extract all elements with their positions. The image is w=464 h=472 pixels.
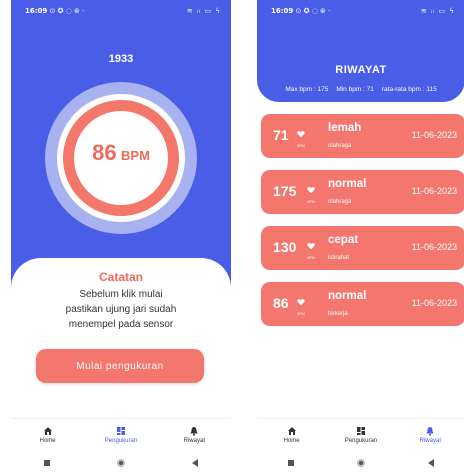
history-record[interactable]: 175 BPM normal olahraga 11-06-2023 bbox=[261, 170, 464, 214]
signal-battery-icons: ≋ ᵢₗ ▭ ϟ bbox=[186, 7, 221, 15]
home-system-icon[interactable] bbox=[116, 459, 125, 467]
record-activity: olahraga bbox=[328, 143, 352, 149]
nav-home[interactable]: Home bbox=[18, 426, 78, 444]
start-measure-button[interactable]: Mulai pengukuran bbox=[36, 349, 204, 383]
nav-measure[interactable]: Pengukuran bbox=[91, 426, 151, 444]
record-status: cepat bbox=[328, 234, 359, 246]
record-date: 11-06-2023 bbox=[411, 298, 457, 308]
system-nav bbox=[257, 454, 464, 472]
nav-measure-label: Pengukuran bbox=[344, 437, 378, 444]
note-line: pastikan ujung jari sudah bbox=[65, 304, 177, 315]
system-nav bbox=[11, 454, 231, 472]
back-icon[interactable] bbox=[427, 459, 434, 467]
recents-icon[interactable] bbox=[288, 460, 295, 466]
bell-icon bbox=[426, 426, 434, 436]
bpm-unit-label: BPM bbox=[297, 144, 305, 148]
nav-history-label: Riwayat bbox=[183, 437, 205, 444]
bottom-nav: Home Pengukuran Riwayat bbox=[11, 418, 231, 450]
note-text: Sebelum klik mulai pastikan ujung jari s… bbox=[31, 287, 211, 332]
heart-icon: BPM bbox=[304, 237, 318, 260]
record-status: lemah bbox=[328, 122, 362, 134]
nav-home-label: Home bbox=[283, 437, 300, 444]
stat-max: Max bpm : 175 bbox=[285, 86, 329, 93]
history-record[interactable]: 86 BPM normal bekerja 11-06-2023 bbox=[261, 282, 464, 326]
home-system-icon[interactable] bbox=[356, 459, 365, 467]
stat-min: Min bpm : 71 bbox=[336, 86, 374, 93]
record-status: normal bbox=[328, 290, 367, 302]
record-date: 11-06-2023 bbox=[411, 242, 457, 252]
history-record[interactable]: 71 BPM lemah olahraga 11-06-2023 bbox=[261, 114, 464, 158]
bottom-nav: Home Pengukuran Riwayat bbox=[257, 418, 464, 450]
record-activity: olahraga bbox=[328, 199, 352, 205]
history-stats: Max bpm : 175 Min bpm : 71 rata-rata bpm… bbox=[257, 86, 464, 93]
notification-icons: ⊙ ✪ ◌ ⊛ · bbox=[295, 7, 331, 15]
status-bar: 16:09 ⊙ ✪ ◌ ⊛ · ≋ ᵢₗ ▭ ϟ bbox=[11, 0, 231, 22]
notification-icons: ⊙ ✪ ◌ ⊛ · bbox=[49, 7, 85, 15]
heart-icon: BPM bbox=[294, 125, 308, 148]
measure-screen: 16:09 ⊙ ✪ ◌ ⊛ · ≋ ᵢₗ ▭ ϟ 1933 86 BPM Cat… bbox=[11, 0, 231, 472]
record-bpm: 175 bbox=[273, 183, 297, 199]
nav-history[interactable]: Riwayat bbox=[400, 426, 460, 444]
bpm-unit-label: BPM bbox=[307, 200, 315, 204]
dashboard-icon bbox=[116, 426, 125, 435]
nav-measure[interactable]: Pengukuran bbox=[331, 426, 391, 444]
note-line: menempel pada sensor bbox=[68, 319, 174, 330]
home-icon bbox=[43, 426, 52, 435]
bpm-unit: BPM bbox=[121, 148, 150, 163]
record-activity: bekerja bbox=[328, 311, 348, 317]
status-time: 16:09 bbox=[25, 7, 48, 15]
bpm-unit-label: BPM bbox=[297, 312, 305, 316]
nav-history-label: Riwayat bbox=[419, 437, 441, 444]
record-date: 11-06-2023 bbox=[411, 130, 457, 140]
nav-home[interactable]: Home bbox=[262, 426, 322, 444]
note-title: Catatan bbox=[98, 270, 143, 284]
nav-history[interactable]: Riwayat bbox=[164, 426, 224, 444]
heart-icon: BPM bbox=[294, 293, 308, 316]
bpm-unit-label: BPM bbox=[307, 256, 315, 260]
note-line: Sebelum klik mulai bbox=[79, 289, 163, 300]
home-icon bbox=[287, 426, 296, 435]
nav-home-label: Home bbox=[39, 437, 56, 444]
stat-avg: rata-rata bpm : 115 bbox=[381, 86, 437, 93]
history-screen: 16:09 ⊙ ✪ ◌ ⊛ · ≋ ᵢₗ ▭ ϟ RIWAYAT Max bpm… bbox=[257, 0, 464, 472]
status-bar: 16:09 ⊙ ✪ ◌ ⊛ · ≋ ᵢₗ ▭ ϟ bbox=[257, 0, 464, 22]
history-record[interactable]: 130 BPM cepat istirahat 11-06-2023 bbox=[261, 226, 464, 270]
history-list: 71 BPM lemah olahraga 11-06-2023 175 BPM… bbox=[261, 114, 464, 338]
bpm-display: 86 BPM bbox=[45, 140, 197, 166]
history-title: RIWAYAT bbox=[335, 64, 387, 76]
bell-icon bbox=[190, 426, 198, 436]
record-status: normal bbox=[328, 178, 367, 190]
record-bpm: 71 bbox=[273, 127, 289, 143]
recents-icon[interactable] bbox=[44, 460, 51, 466]
dashboard-icon bbox=[356, 426, 365, 435]
back-icon[interactable] bbox=[191, 459, 198, 467]
signal-battery-icons: ≋ ᵢₗ ▭ ϟ bbox=[420, 7, 455, 15]
bpm-value: 86 bbox=[92, 140, 117, 165]
record-activity: istirahat bbox=[328, 255, 350, 261]
nav-measure-label: Pengukuran bbox=[104, 437, 138, 444]
record-bpm: 130 bbox=[273, 239, 297, 255]
record-bpm: 86 bbox=[273, 295, 289, 311]
measure-counter: 1933 bbox=[108, 53, 134, 65]
status-time: 16:09 bbox=[271, 7, 294, 15]
heart-icon: BPM bbox=[304, 181, 318, 204]
record-date: 11-06-2023 bbox=[411, 186, 457, 196]
